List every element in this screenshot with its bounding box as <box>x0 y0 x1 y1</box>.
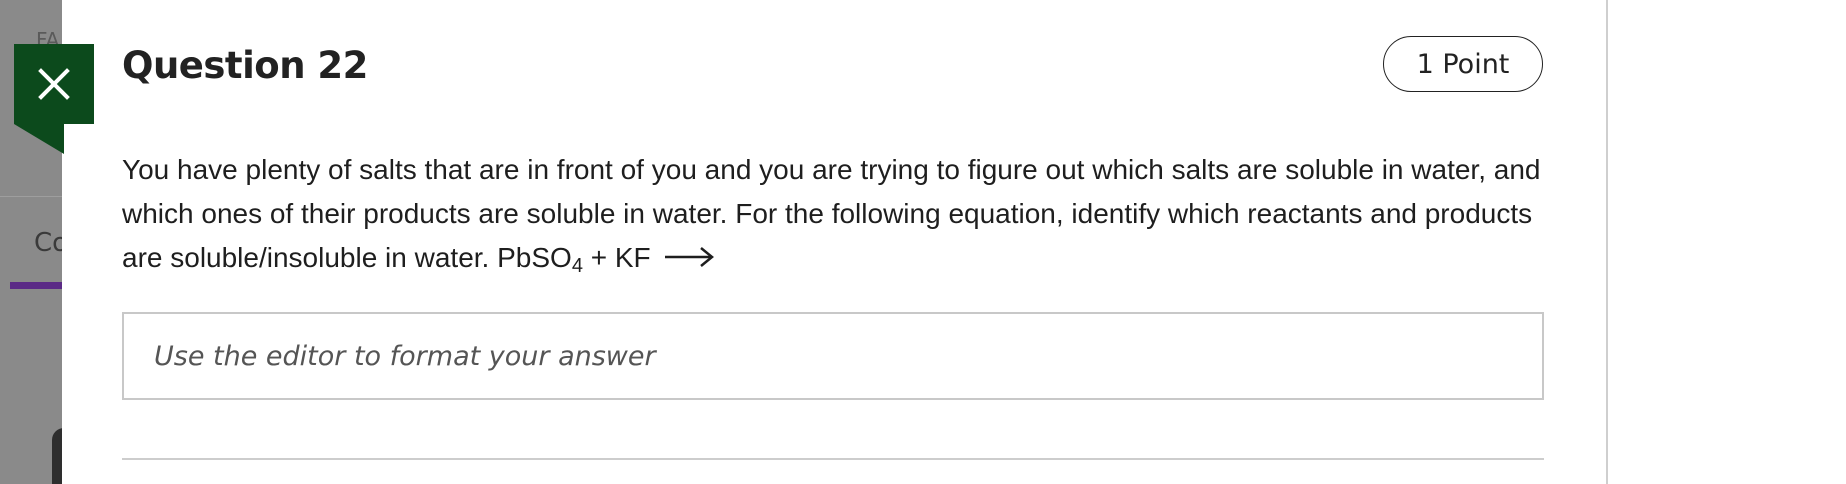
background-divider <box>0 196 64 197</box>
question-panel: Question 22 1 Point You have plenty of s… <box>62 0 1606 484</box>
section-divider <box>122 458 1544 460</box>
answer-editor[interactable]: Use the editor to format your answer <box>122 312 1544 400</box>
right-arrow-icon <box>663 238 715 282</box>
close-button[interactable] <box>14 44 94 124</box>
background-tab-underline <box>10 282 64 289</box>
background-tab-label: Co <box>34 228 64 258</box>
formula-prefix: PbSO <box>497 242 572 273</box>
answer-editor-placeholder: Use the editor to format your answer <box>154 340 656 372</box>
question-body: You have plenty of salts that are in fro… <box>122 154 1541 273</box>
panel-right-border <box>1606 0 1608 484</box>
formula-subscript: 4 <box>571 255 583 277</box>
formula-suffix: + KF <box>582 242 651 273</box>
close-button-tail <box>14 124 64 154</box>
close-icon <box>38 68 70 100</box>
question-text: You have plenty of salts that are in fro… <box>122 148 1562 282</box>
question-title: Question 22 <box>122 44 368 87</box>
points-badge: 1 Point <box>1383 36 1543 92</box>
